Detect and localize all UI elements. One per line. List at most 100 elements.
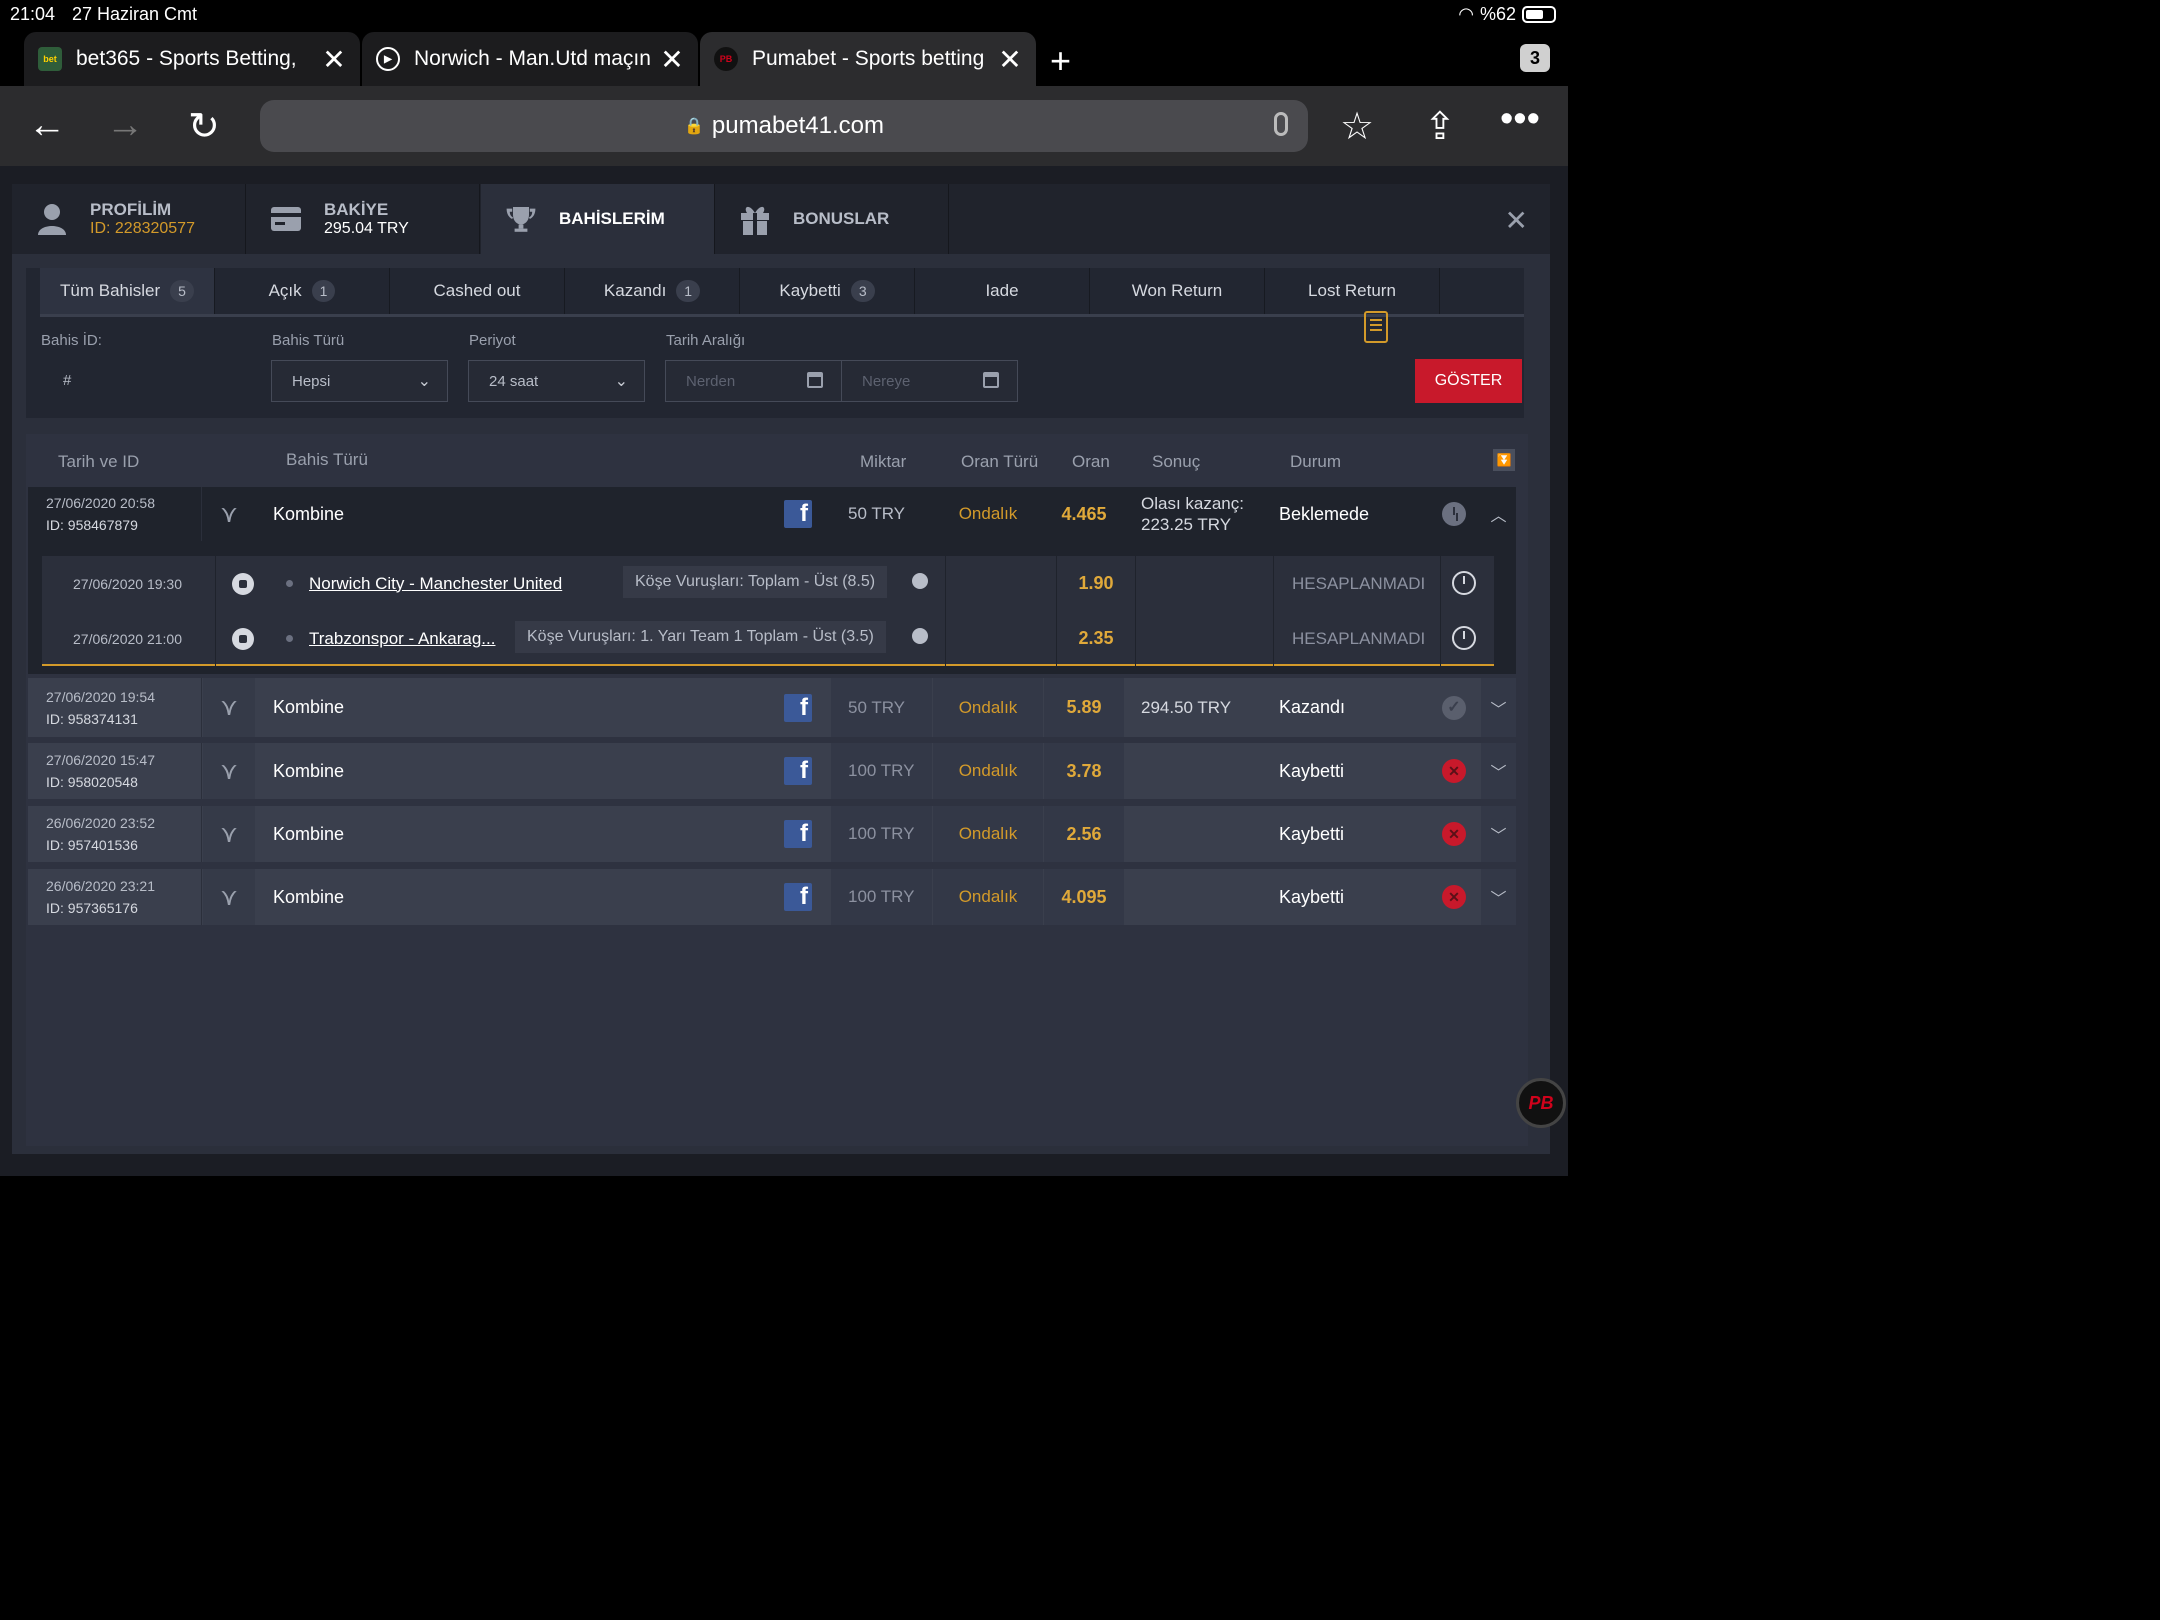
nav-profile[interactable]: PROFİLİM ID: 228320577: [12, 184, 246, 254]
bet365-favicon-icon: bet: [38, 47, 62, 71]
bet-id: ID: 957365176: [46, 900, 138, 916]
status-icon-cell: ✕: [1429, 743, 1479, 799]
expand-row-button[interactable]: ﹀: [1481, 743, 1516, 799]
bullet-icon: [286, 635, 293, 642]
nav-bonuses[interactable]: BONUSLAR: [715, 184, 949, 254]
calendar-icon[interactable]: [983, 372, 999, 388]
header-result: Sonuç: [1152, 452, 1201, 471]
wallet-icon: [270, 204, 302, 234]
bet-status: Beklemede: [1279, 503, 1370, 524]
facebook-icon[interactable]: f: [784, 757, 812, 785]
tab-title: bet365 - Sports Betting,: [76, 47, 297, 70]
forward-arrow-icon[interactable]: →: [106, 104, 144, 147]
facebook-share[interactable]: f: [784, 678, 812, 737]
collapse-row-button[interactable]: ︿: [1481, 487, 1516, 541]
tab-title: Norwich - Man.Utd maçın: [414, 47, 650, 70]
new-tab-icon[interactable]: +: [1050, 40, 1071, 82]
date-to-input[interactable]: Nereye: [841, 360, 1018, 402]
expand-row-button[interactable]: ﹀: [1481, 869, 1516, 925]
wifi-icon: ◠: [1458, 4, 1474, 24]
calendar-icon[interactable]: [807, 372, 823, 388]
back-arrow-icon[interactable]: ←: [28, 104, 66, 147]
selection-status: HESAPLANMADI: [1273, 556, 1441, 611]
selection-odds: 2.35: [1056, 611, 1136, 666]
filter-tab-count: 3: [850, 280, 875, 302]
nav-my-bets[interactable]: BAHİSLERİM: [481, 184, 715, 254]
filter-panel: Tüm Bahisler 5 Açık 1 Cashed out Kazandı 1 …: [26, 268, 1524, 418]
bet-date: 26/06/2020 23:21: [46, 878, 155, 894]
show-button[interactable]: GÖSTER: [1415, 359, 1522, 403]
bet-date-id: 26/06/2020 23:52 ID: 957401536: [28, 806, 202, 862]
filter-tab-cashed-out[interactable]: Cashed out: [390, 268, 565, 314]
combo-icon: ⋎: [203, 678, 255, 737]
close-tab-icon[interactable]: ✕: [998, 43, 1022, 76]
close-icon[interactable]: ✕: [1505, 204, 1528, 237]
filter-tab-refund[interactable]: Iade: [915, 268, 1090, 314]
reload-icon[interactable]: ↻: [188, 104, 220, 149]
expand-row-button[interactable]: ﹀: [1481, 806, 1516, 862]
clock-icon: [1452, 571, 1476, 595]
table-row[interactable]: 27/06/2020 15:47 ID: 958020548 ⋎ Kombine…: [28, 743, 1516, 799]
filter-tab-lost-return[interactable]: Lost Return: [1265, 268, 1440, 314]
filter-tab-label: Iade: [985, 281, 1019, 300]
close-tab-icon[interactable]: ✕: [322, 43, 346, 76]
browser-tab-pumabet[interactable]: PB Pumabet - Sports betting ✕: [700, 32, 1036, 86]
table-row[interactable]: 26/06/2020 23:21 ID: 957365176 ⋎ Kombine…: [28, 869, 1516, 925]
browser-tab-bet365[interactable]: bet bet365 - Sports Betting, ✕: [24, 32, 360, 86]
user-icon: [36, 204, 68, 235]
date-from-input[interactable]: Nerden: [665, 360, 842, 402]
bet-result: [1125, 806, 1261, 862]
bet-amount: 100 TRY: [831, 806, 932, 862]
browser-toolbar: ← → ↻ 🔒 pumabet41.com ☆ ⇪ •••: [0, 86, 1568, 166]
filter-tab-won[interactable]: Kazandı 1: [565, 268, 740, 314]
odds-type: Ondalık: [933, 869, 1043, 925]
info-icon[interactable]: [912, 573, 928, 589]
table-row[interactable]: 26/06/2020 23:52 ID: 957401536 ⋎ Kombine…: [28, 806, 1516, 862]
selection-status: HESAPLANMADI: [1273, 611, 1441, 666]
bookmark-star-icon[interactable]: ☆: [1340, 104, 1374, 149]
close-tab-icon[interactable]: ✕: [660, 43, 684, 76]
match-link[interactable]: Trabzonspor - Ankarag...: [309, 611, 495, 666]
bet-type-label: Bahis Türü: [272, 332, 345, 349]
filter-tab-all[interactable]: Tüm Bahisler 5: [40, 268, 215, 314]
facebook-icon[interactable]: f: [784, 693, 812, 722]
pumabet-chat-badge-icon[interactable]: PB: [1516, 1078, 1566, 1128]
browser-tab-norwich[interactable]: ▶ Norwich - Man.Utd maçın ✕: [362, 32, 698, 86]
address-bar[interactable]: 🔒 pumabet41.com: [260, 100, 1308, 152]
bet-type-select[interactable]: Hepsi ⌄: [271, 360, 448, 402]
status-icon-cell: [1429, 487, 1479, 541]
bet-id-input[interactable]: #: [63, 372, 71, 389]
filter-tab-lost[interactable]: Kaybetti 3: [740, 268, 915, 314]
bet-date-id: 26/06/2020 23:21 ID: 957365176: [28, 869, 202, 925]
share-icon[interactable]: ⇪: [1424, 104, 1456, 149]
lock-icon: 🔒: [683, 118, 704, 135]
date-to-placeholder: Nereye: [862, 372, 911, 390]
bet-date-id: 27/06/2020 19:54 ID: 958374131: [28, 678, 202, 737]
facebook-share[interactable]: f: [784, 487, 812, 541]
match-link[interactable]: Norwich City - Manchester United: [309, 556, 562, 611]
facebook-share[interactable]: f: [784, 869, 812, 925]
header-date-id: Tarih ve ID: [58, 452, 140, 471]
expand-row-button[interactable]: ﹀: [1481, 678, 1516, 737]
info-icon[interactable]: [912, 628, 928, 644]
nav-balance[interactable]: BAKİYE 295.04 TRY: [246, 184, 480, 254]
clipboard-icon[interactable]: [1364, 311, 1388, 343]
more-menu-icon[interactable]: •••: [1500, 98, 1540, 141]
market-label: Köşe Vuruşları: Toplam - Üst (8.5): [623, 566, 888, 598]
facebook-share[interactable]: f: [784, 806, 812, 862]
facebook-share[interactable]: f: [784, 743, 812, 799]
table-row[interactable]: 27/06/2020 20:58 ID: 958467879 ⋎ Kombine…: [28, 487, 1516, 541]
filter-tab-won-return[interactable]: Won Return: [1090, 268, 1265, 314]
microphone-icon[interactable]: [1274, 112, 1288, 136]
period-select[interactable]: 24 saat ⌄: [468, 360, 645, 402]
tab-count-button[interactable]: 3: [1520, 44, 1550, 72]
url-text: pumabet41.com: [711, 112, 885, 139]
facebook-icon[interactable]: f: [784, 820, 812, 848]
facebook-icon[interactable]: f: [784, 883, 812, 911]
collapse-all-icon[interactable]: ⏬: [1493, 449, 1515, 471]
facebook-icon[interactable]: f: [784, 500, 812, 528]
table-row[interactable]: 27/06/2020 19:54 ID: 958374131 ⋎ Kombine…: [28, 678, 1516, 737]
status-icon-cell: ✕: [1429, 806, 1479, 862]
filter-tab-open[interactable]: Açık 1: [215, 268, 390, 314]
bet-type: Kombine: [273, 760, 345, 781]
